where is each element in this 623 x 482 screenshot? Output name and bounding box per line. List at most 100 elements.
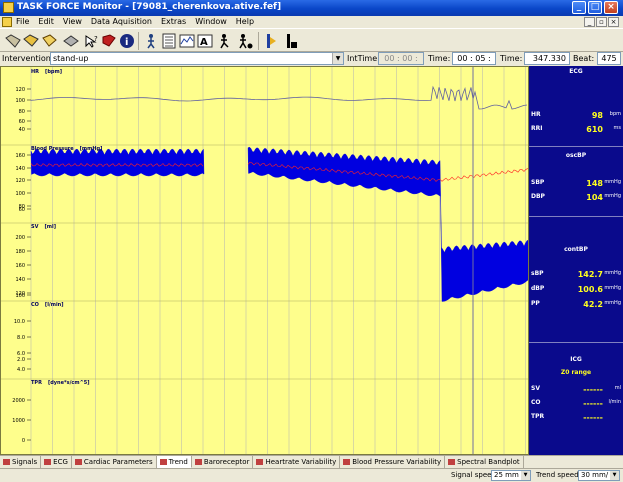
- menu-window[interactable]: Window: [195, 17, 227, 26]
- info-icon[interactable]: i: [118, 32, 136, 50]
- menu-help[interactable]: Help: [236, 17, 254, 26]
- view-tabs: Signals ECG Cardiac Parameters Trend Bar…: [0, 455, 623, 468]
- tab-baroreceptor[interactable]: Baroreceptor: [192, 456, 254, 468]
- rri-row: RRI 610 ms: [531, 125, 621, 134]
- save-icon[interactable]: [22, 32, 40, 50]
- figure-icon[interactable]: [142, 32, 160, 50]
- tick-label: 180: [15, 249, 25, 255]
- tick-label: 140: [15, 166, 25, 172]
- axis-ticks: 1201008060401601401201008060200180160140…: [12, 87, 31, 444]
- tick-label: 100: [15, 98, 25, 104]
- tab-icon: [74, 459, 82, 465]
- record-icon[interactable]: [282, 32, 300, 50]
- person-icon[interactable]: [236, 32, 254, 50]
- bp-band-segment: [247, 146, 528, 302]
- status-bar: Signal speed 25 mm ▼ Trend speed: 30 mm/…: [0, 468, 623, 482]
- chevron-down-icon[interactable]: ▼: [521, 471, 530, 480]
- toolbar-separator: [258, 32, 259, 50]
- oscbp-header: oscBP: [565, 152, 587, 159]
- beat-field: 475: [597, 52, 621, 65]
- inttime-field: 00 : 00 : 21: [378, 52, 424, 74]
- svg-text:A: A: [200, 37, 208, 48]
- text-icon[interactable]: A: [196, 32, 214, 50]
- title-bar: TASK FORCE Monitor - [79081_cherenkova.a…: [0, 0, 623, 16]
- tab-icon: [256, 459, 264, 465]
- open-icon[interactable]: [4, 32, 22, 50]
- intervention-select[interactable]: stand-up ▼: [50, 52, 344, 65]
- tick-label: 120: [15, 87, 25, 93]
- tick-label: 160: [15, 153, 25, 159]
- tab-signals[interactable]: Signals: [0, 456, 42, 468]
- tick-label: 160: [15, 263, 25, 269]
- co-panel-label: CO [l/min]: [31, 302, 64, 308]
- table-icon[interactable]: [160, 32, 178, 50]
- dbp-cont-row: dBP 100.6 mmHg: [531, 285, 621, 294]
- menu-data-aquisition[interactable]: Data Aquisition: [91, 17, 152, 26]
- menu-bar: File Edit View Data Aquisition Extras Wi…: [0, 16, 623, 28]
- tab-icon: [194, 459, 202, 465]
- time-field: 00 : 05 : 47: [452, 52, 496, 74]
- marker-icon[interactable]: [262, 32, 280, 50]
- hr-panel-label: HR [bpm]: [31, 69, 62, 75]
- signal-speed-select[interactable]: 25 mm ▼: [491, 470, 531, 481]
- tick-label: 120: [15, 178, 25, 184]
- tick-label: 1000: [12, 418, 25, 424]
- tab-blood-pressure-variability[interactable]: Blood Pressure Variability: [340, 456, 446, 468]
- doc-restore-button[interactable]: ▫: [596, 17, 607, 27]
- tpr-panel-label: TPR [dyne*s/cm^5]: [31, 380, 90, 386]
- tick-label: 10.0: [14, 319, 25, 325]
- co-row: CO ------ l/min: [531, 399, 621, 408]
- signal-speed-label: Signal speed: [451, 471, 496, 479]
- document-icon: [2, 17, 12, 27]
- pp-row: PP 42.2 mmHg: [531, 300, 621, 309]
- tab-icon: [3, 459, 10, 465]
- tab-trend[interactable]: Trend: [156, 456, 192, 468]
- inttime-label: IntTime:: [347, 54, 380, 63]
- close-button[interactable]: ×: [604, 1, 618, 14]
- folder-icon[interactable]: [40, 32, 58, 50]
- toolbar: ? i A: [0, 28, 623, 52]
- tick-label: 60: [19, 207, 25, 213]
- toolbar-separator: [138, 32, 139, 50]
- trend-chart[interactable]: 120 100 80 60 40 160 140 120 100 80 60 200 180 160 140…: [0, 66, 529, 455]
- tab-icon: [159, 458, 167, 465]
- icg-subheader: Z0 range: [560, 369, 592, 376]
- maximize-button[interactable]: □: [588, 1, 602, 14]
- chart-icon[interactable]: [178, 32, 196, 50]
- trend-speed-select[interactable]: 30 mm/ ▼: [578, 470, 620, 481]
- doc-minimize-button[interactable]: _: [584, 17, 595, 27]
- chevron-down-icon[interactable]: ▼: [610, 471, 619, 480]
- ecg-header: ECG: [569, 68, 583, 75]
- menu-extras[interactable]: Extras: [161, 17, 186, 26]
- app-icon: [3, 2, 14, 13]
- chevron-down-icon[interactable]: ▼: [332, 53, 343, 64]
- trend-plot: 1201008060401601401201008060200180160140…: [1, 67, 528, 454]
- menu-edit[interactable]: Edit: [38, 17, 54, 26]
- menu-file[interactable]: File: [16, 17, 29, 26]
- beat-label: Beat:: [573, 54, 595, 63]
- bp-panel-label: Blood Pressure [mmHg]: [31, 146, 103, 152]
- tab-cardiac-parameters[interactable]: Cardiac Parameters: [72, 456, 157, 468]
- book-icon[interactable]: [100, 32, 118, 50]
- help-pointer-icon[interactable]: ?: [82, 32, 100, 50]
- time2-label: Time:: [500, 54, 523, 63]
- tab-heartrate-variability[interactable]: Heartrate Variability: [253, 456, 341, 468]
- tab-spectral-bandplot[interactable]: Spectral Bandplot: [445, 456, 524, 468]
- icg-header: ICG: [570, 356, 582, 363]
- minimize-button[interactable]: _: [572, 1, 586, 14]
- tick-label: 2000: [12, 398, 25, 404]
- time-label: Time:: [428, 54, 451, 63]
- tick-label: 8.0: [17, 335, 25, 341]
- menu-view[interactable]: View: [63, 17, 82, 26]
- walk-icon[interactable]: [216, 32, 234, 50]
- doc-close-button[interactable]: ×: [608, 17, 619, 27]
- print-icon[interactable]: [62, 32, 80, 50]
- time-seconds-field: 347.330: [524, 52, 570, 65]
- tick-label: 140: [15, 277, 25, 283]
- tick-label: 200: [15, 235, 25, 241]
- intervention-label: Intervention:: [2, 54, 54, 63]
- intervention-row: Intervention: stand-up ▼ IntTime: 00 : 0…: [0, 52, 623, 74]
- sbp-row: SBP 148 mmHg: [531, 179, 621, 188]
- tab-icon: [44, 459, 52, 465]
- tab-ecg[interactable]: ECG: [41, 456, 72, 468]
